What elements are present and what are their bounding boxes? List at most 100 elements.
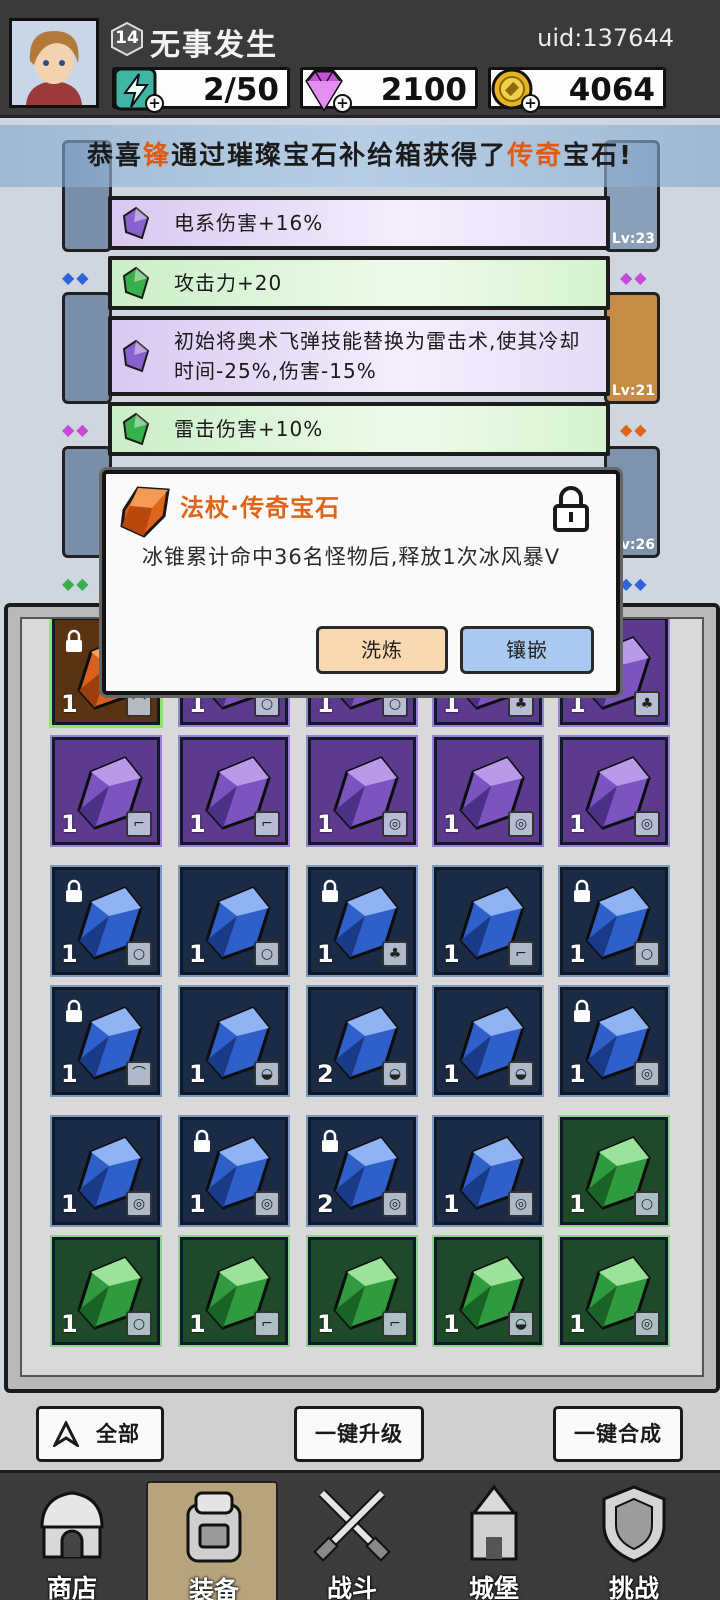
nav-label: 挑战 <box>608 1574 659 1600</box>
purple-gem-icon <box>122 206 150 240</box>
gem-detail-popup: 法杖·传奇宝石 冰锥累计命中36名怪物后,释放1次冰风暴V 洗炼 镶嵌 <box>102 470 620 695</box>
boots-slot-icon: ⌐ <box>126 811 152 837</box>
ring-slot-icon: ○ <box>634 1191 660 1217</box>
nav-tab[interactable]: 装备 <box>146 1481 278 1600</box>
boots-slot-icon: ⌐ <box>254 1311 280 1337</box>
gem-slot[interactable]: 1 ◎ <box>180 1117 288 1225</box>
gem-slot[interactable]: 1 ⌐ <box>180 737 288 845</box>
helmet-slot-icon: ◒ <box>254 1061 280 1087</box>
coin-counter[interactable]: + 4064 <box>488 67 666 113</box>
gem-inventory-panel: 1 ⌒ 1 ○ 1 ○ 1 ♣ 1 ♣ 1 ⌐ 1 ⌐ 1 ◎ 1 ◎ 1 ◎ 1 ○ 1 ○ 1 ♣ 1 ⌐ 1 ○ 1 ⌒ 1 ◒ 2 ◒ 1 ◒ 1 ◎… <box>4 603 720 1393</box>
gem-slot[interactable]: 1 ○ <box>560 1117 668 1225</box>
gem-slot[interactable]: 1 ◎ <box>560 987 668 1095</box>
gem-count: 1 <box>569 810 586 838</box>
gem-slot[interactable]: 1 ◎ <box>52 1117 160 1225</box>
announcement-banner: 恭喜锋通过璀璨宝石补给箱获得了传奇宝石! <box>0 125 720 187</box>
gem-slot[interactable]: 1 ○ <box>560 867 668 975</box>
gem-count: 1 <box>569 1060 586 1088</box>
nav-tab[interactable]: 挑战 <box>568 1481 700 1600</box>
stat-row: 初始将奥术飞弹技能替换为雷击术,使其冷却时间-25%,伤害-15% <box>108 316 610 396</box>
castle-icon <box>470 1484 518 1561</box>
gem-count: 1 <box>61 810 78 838</box>
necklace-slot-icon: ◎ <box>508 1191 534 1217</box>
gem-slot[interactable]: 1 ◎ <box>434 1117 542 1225</box>
necklace-slot-icon: ◎ <box>254 1191 280 1217</box>
gem-slot[interactable]: 1 ⌐ <box>308 1237 416 1345</box>
announcement-player: 锋 <box>143 141 172 171</box>
gem-grid[interactable]: 1 ⌒ 1 ○ 1 ○ 1 ♣ 1 ♣ 1 ⌐ 1 ⌐ 1 ◎ 1 ◎ 1 ◎ 1 ○ 1 ○ 1 ♣ 1 ⌐ 1 ○ 1 ⌒ 1 ◒ 2 ◒ 1 ◒ 1 ◎… <box>20 617 704 1377</box>
gem-slot[interactable]: 1 ◒ <box>434 1237 542 1345</box>
nav-tab[interactable]: 城堡 <box>428 1481 560 1600</box>
upgrade-all-button[interactable]: 一键升级 <box>294 1406 424 1462</box>
announcement-part: 恭喜 <box>87 141 144 171</box>
necklace-slot-icon: ◎ <box>126 1191 152 1217</box>
gem-slot[interactable]: 1 ♣ <box>308 867 416 975</box>
announcement-rarity: 传奇 <box>507 141 564 171</box>
player-avatar[interactable] <box>9 18 99 108</box>
shield-icon <box>602 1485 666 1563</box>
gem-counter[interactable]: + 2100 <box>300 67 478 113</box>
equip-slot-right-2[interactable]: Lv:21 <box>604 292 660 404</box>
filter-arrow-icon <box>53 1421 79 1447</box>
gem-count: 1 <box>189 940 206 968</box>
armor-slot-icon: ♣ <box>382 941 408 967</box>
gem-slot[interactable]: 1 ⌐ <box>52 737 160 845</box>
announcement-part: 宝石! <box>563 141 633 171</box>
gem-count: 1 <box>61 1190 78 1218</box>
ring-slot-icon: ○ <box>254 941 280 967</box>
nav-tab[interactable]: 商店 <box>6 1481 138 1600</box>
coins-value: 4064 <box>568 72 655 108</box>
necklace-slot-icon: ◎ <box>382 1191 408 1217</box>
stat-text: 电系伤害+16% <box>174 211 324 235</box>
gem-slot[interactable]: 1 ◒ <box>434 987 542 1095</box>
gem-slot[interactable]: 1 ⌐ <box>180 1237 288 1345</box>
nav-label: 商店 <box>46 1574 97 1600</box>
slot-level: Lv:21 <box>611 383 655 399</box>
gem-slot[interactable]: 1 ○ <box>180 867 288 975</box>
add-energy-button[interactable]: + <box>145 94 164 113</box>
refine-button[interactable]: 洗炼 <box>316 626 448 674</box>
gem-slot[interactable]: 1 ⌒ <box>52 987 160 1095</box>
socket-dots-icon: ◆◆ <box>620 574 649 593</box>
player-name: 无事发生 <box>150 28 278 63</box>
energy-counter[interactable]: + 2/50 <box>112 67 290 113</box>
gem-slot[interactable]: 2 ◒ <box>308 987 416 1095</box>
equip-slot-left-2[interactable] <box>62 292 112 404</box>
lock-icon <box>574 879 590 902</box>
gem-count: 1 <box>61 690 78 718</box>
nav-tab[interactable]: 战斗 <box>286 1481 418 1600</box>
level-badge: 14 <box>110 21 144 57</box>
nav-label: 装备 <box>188 1576 239 1600</box>
stat-row: 电系伤害+16% <box>108 196 610 250</box>
gem-slot[interactable]: 2 ◎ <box>308 1117 416 1225</box>
shop-icon <box>40 1491 104 1559</box>
filter-all-button[interactable]: 全部 <box>36 1406 164 1462</box>
gem-count: 1 <box>443 810 460 838</box>
gem-count: 1 <box>189 1190 206 1218</box>
gem-slot[interactable]: 1 ◎ <box>560 737 668 845</box>
gems-value: 2100 <box>380 72 467 108</box>
gem-slot[interactable]: 1 ○ <box>52 1237 160 1345</box>
lock-icon <box>194 1129 210 1152</box>
stat-text: 初始将奥术飞弹技能替换为雷击术,使其冷却时间-25%,伤害-15% <box>174 329 581 383</box>
add-coins-button[interactable]: + <box>521 94 540 113</box>
helmet-slot-icon: ◒ <box>382 1061 408 1087</box>
gem-slot[interactable]: 1 ◎ <box>560 1237 668 1345</box>
gem-slot[interactable]: 1 ⌐ <box>434 867 542 975</box>
merge-all-button[interactable]: 一键合成 <box>553 1406 683 1462</box>
gem-slot[interactable]: 1 ◒ <box>180 987 288 1095</box>
gem-count: 1 <box>61 1060 78 1088</box>
gem-slot[interactable]: 1 ○ <box>52 867 160 975</box>
lock-icon[interactable] <box>550 484 592 534</box>
gem-slot[interactable]: 1 ◎ <box>434 737 542 845</box>
necklace-slot-icon: ◎ <box>634 1311 660 1337</box>
lock-icon <box>66 999 82 1022</box>
gem-count: 1 <box>443 1190 460 1218</box>
green-gem-icon <box>122 412 150 446</box>
gem-slot[interactable]: 1 ◎ <box>308 737 416 845</box>
lock-icon <box>66 879 82 902</box>
inlay-button[interactable]: 镶嵌 <box>460 626 594 674</box>
nav-label: 城堡 <box>468 1574 519 1600</box>
gem-count: 2 <box>317 1060 334 1088</box>
add-gems-button[interactable]: + <box>333 94 352 113</box>
